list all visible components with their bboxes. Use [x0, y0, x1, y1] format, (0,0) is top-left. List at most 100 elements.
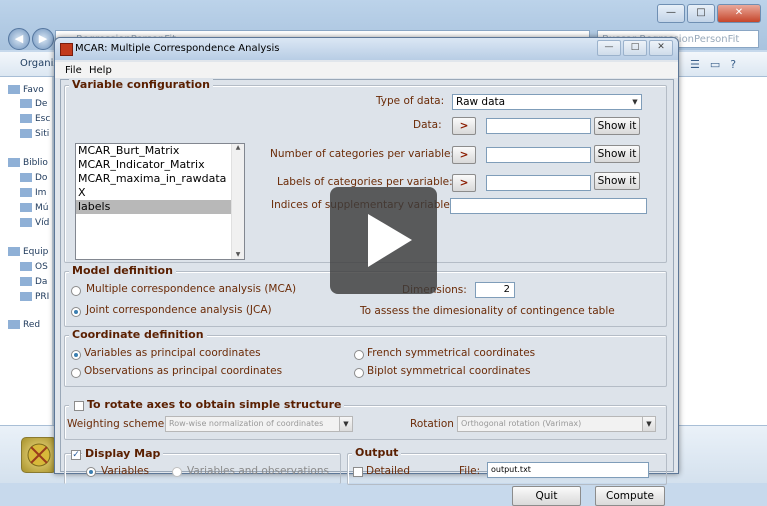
drive-icon — [20, 292, 32, 301]
nav-item[interactable]: Esc — [20, 114, 50, 124]
listbox-scrollbar[interactable]: ▲ ▼ — [231, 144, 244, 259]
forward-arrow-icon[interactable]: ▶ — [32, 28, 54, 50]
output-file-field[interactable]: output.txt — [487, 462, 649, 478]
rotation-select[interactable]: Orthogonal rotation (Varimax) ▼ — [457, 416, 656, 432]
biplot-symmetrical-label[interactable]: Biplot symmetrical coordinates — [367, 365, 530, 377]
labels-categories-field[interactable] — [486, 175, 591, 191]
chevron-down-icon: ▼ — [642, 417, 655, 431]
nav-item[interactable]: OS — [20, 262, 48, 272]
quit-button[interactable]: Quit — [512, 486, 581, 506]
list-item[interactable]: MCAR_maxima_in_rawdata — [76, 172, 244, 186]
scroll-up-icon[interactable]: ▲ — [232, 144, 244, 151]
network-icon — [8, 320, 20, 329]
data-arrow-button[interactable]: > — [452, 117, 476, 135]
back-arrow-icon[interactable]: ◀ — [8, 28, 30, 50]
nav-item[interactable]: Víd — [20, 218, 49, 228]
detailed-checkbox[interactable] — [353, 467, 363, 477]
map-variables-radio[interactable] — [86, 467, 96, 477]
supplementary-field[interactable] — [450, 198, 647, 214]
num-categories-show-it-button[interactable]: Show it — [594, 145, 640, 163]
coordinate-definition-title: Coordinate definition — [69, 328, 207, 341]
list-item-selected[interactable]: labels — [76, 200, 244, 214]
explorer-maximize-button[interactable]: □ — [687, 4, 715, 23]
map-variables-label[interactable]: Variables — [101, 465, 149, 477]
nav-item[interactable]: PRI — [20, 292, 49, 302]
menu-file[interactable]: File — [65, 65, 82, 76]
weighting-scheme-select[interactable]: Row-wise normalization of coordinates ▼ — [165, 416, 353, 432]
help-icon[interactable]: ? — [730, 58, 736, 71]
nav-item[interactable]: De — [20, 99, 47, 109]
jca-radio[interactable] — [71, 307, 81, 317]
nav-item[interactable]: Mú — [20, 203, 48, 213]
french-symmetrical-radio[interactable] — [354, 350, 364, 360]
matlab-file-icon — [21, 437, 57, 473]
menu-help[interactable]: Help — [89, 65, 112, 76]
scroll-down-icon[interactable]: ▼ — [232, 251, 244, 258]
variable-listbox[interactable]: MCAR_Burt_Matrix MCAR_Indicator_Matrix M… — [75, 143, 245, 260]
detailed-label[interactable]: Detailed — [366, 465, 410, 477]
variables-principal-label[interactable]: Variables as principal coordinates — [84, 347, 261, 359]
nav-item[interactable]: Do — [20, 173, 47, 183]
star-icon — [8, 85, 20, 94]
nav-item-computer[interactable]: Equip — [8, 247, 48, 257]
list-item[interactable]: X — [76, 186, 244, 200]
french-symmetrical-label[interactable]: French symmetrical coordinates — [367, 347, 535, 359]
explorer-minimize-button[interactable]: — — [657, 4, 685, 23]
data-field[interactable] — [486, 118, 591, 134]
observations-principal-label[interactable]: Observations as principal coordinates — [84, 365, 282, 377]
data-show-it-button[interactable]: Show it — [594, 117, 640, 135]
dimensions-field[interactable]: 2 — [475, 282, 515, 298]
jca-label[interactable]: Joint correspondence analysis (JCA) — [86, 304, 272, 316]
num-categories-arrow-button[interactable]: > — [452, 146, 476, 164]
nav-item-network[interactable]: Red — [8, 320, 40, 330]
map-variables-observations-label[interactable]: Variables and observations — [187, 465, 329, 477]
type-of-data-select[interactable]: Raw data ▼ — [452, 94, 642, 110]
explorer-file-pane — [676, 77, 767, 482]
library-icon — [8, 158, 20, 167]
drive-icon — [20, 277, 32, 286]
nav-item[interactable]: Im — [20, 188, 46, 198]
num-categories-field[interactable] — [486, 147, 591, 163]
mca-radio[interactable] — [71, 286, 81, 296]
preview-pane-icon[interactable]: ▭ — [710, 58, 720, 71]
labels-categories-arrow-button[interactable]: > — [452, 174, 476, 192]
dialog-maximize-button[interactable]: □ — [623, 40, 647, 56]
list-item[interactable]: MCAR_Indicator_Matrix — [76, 158, 244, 172]
matlab-figure-icon — [60, 43, 73, 56]
nav-item[interactable]: Siti — [20, 129, 49, 139]
chevron-down-icon: ▼ — [339, 417, 352, 431]
view-options-icon[interactable]: ☰ — [690, 58, 700, 71]
biplot-symmetrical-radio[interactable] — [354, 368, 364, 378]
compute-button[interactable]: Compute — [595, 486, 665, 506]
image-icon — [20, 188, 32, 197]
dialog-minimize-button[interactable]: — — [597, 40, 621, 56]
display-map-panel: ✓ Display Map Variables Variables and ob… — [64, 447, 341, 484]
explorer-close-button[interactable]: ✕ — [717, 4, 761, 23]
num-categories-label: Number of categories per variable: — [270, 148, 455, 160]
display-map-title[interactable]: Display Map — [82, 447, 164, 460]
video-play-button[interactable] — [330, 187, 437, 294]
output-panel: Output Detailed File: output.txt — [347, 446, 667, 485]
map-variables-observations-radio[interactable] — [172, 467, 182, 477]
rotation-checkbox[interactable] — [74, 401, 84, 411]
mca-label[interactable]: Multiple correspondence analysis (MCA) — [86, 283, 296, 295]
model-definition-title: Model definition — [69, 264, 176, 277]
variables-principal-radio[interactable] — [71, 350, 81, 360]
observations-principal-radio[interactable] — [71, 368, 81, 378]
nav-item-libraries[interactable]: Biblio — [8, 158, 48, 168]
explorer-nav-pane: Favo De Esc Siti Biblio Do Im Mú Víd Equ… — [0, 77, 53, 482]
explorer-nav-buttons: ◀ ▶ — [8, 28, 54, 50]
variable-configuration-title: Variable configuration — [69, 78, 213, 91]
weighting-scheme-label: Weighting scheme: — [67, 418, 168, 430]
explorer-window-controls: — □ ✕ — [655, 4, 761, 23]
folder-icon — [20, 99, 32, 108]
labels-categories-show-it-button[interactable]: Show it — [594, 172, 640, 190]
dialog-close-button[interactable]: ✕ — [649, 40, 673, 56]
display-map-checkbox[interactable]: ✓ — [71, 450, 81, 460]
nav-item-favorites[interactable]: Favo — [8, 85, 44, 95]
data-label: Data: — [413, 119, 442, 131]
rotation-label: Rotation — [410, 418, 454, 430]
list-item[interactable]: MCAR_Burt_Matrix — [76, 144, 244, 158]
nav-item[interactable]: Da — [20, 277, 47, 287]
rotation-title[interactable]: To rotate axes to obtain simple structur… — [69, 398, 345, 411]
